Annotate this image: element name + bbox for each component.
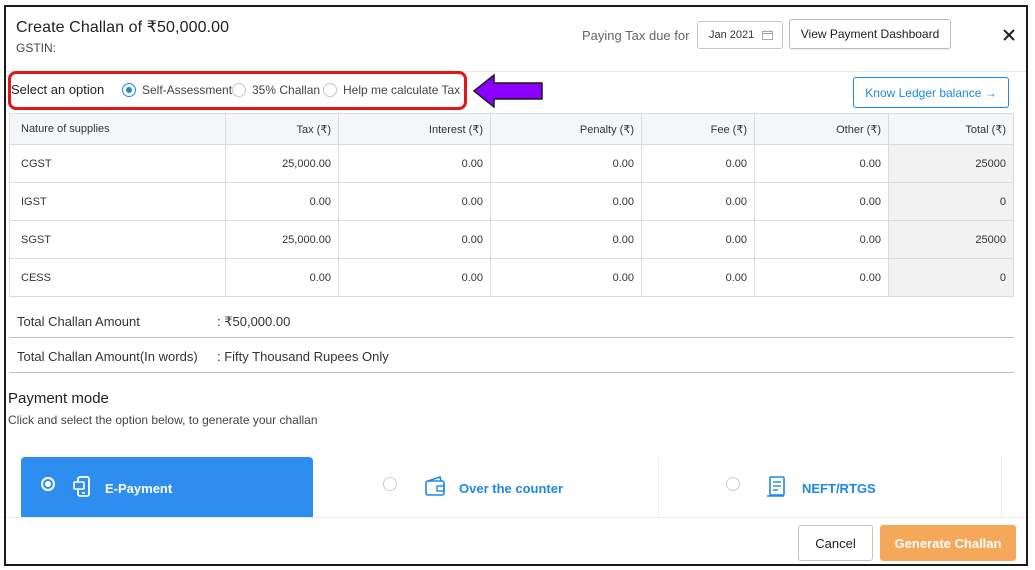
- tax-period-picker[interactable]: Jan 2021: [697, 21, 783, 49]
- payment-mode-subtitle: Click and select the option below, to ge…: [8, 413, 318, 427]
- col-nature: Nature of supplies: [9, 113, 226, 145]
- paying-tax-label: Paying Tax due for: [582, 28, 690, 43]
- interest-cell[interactable]: 0.00: [338, 258, 491, 297]
- select-option-label: Select an option: [11, 82, 105, 97]
- self-assessment-label[interactable]: Self-Assessment: [142, 83, 232, 97]
- neft-rtgs-radio[interactable]: [726, 477, 740, 491]
- over-the-counter-option[interactable]: Over the counter: [363, 457, 659, 517]
- other-cell[interactable]: 0.00: [754, 144, 889, 183]
- fee-cell[interactable]: 0.00: [641, 220, 755, 259]
- col-other: Other (₹): [754, 113, 889, 145]
- total-challan-amount-row: Total Challan Amount : ₹50,000.00: [9, 304, 1014, 338]
- radio-self-assessment[interactable]: [122, 83, 136, 97]
- payment-mode-title: Payment mode: [8, 390, 109, 407]
- interest-cell[interactable]: 0.00: [338, 144, 491, 183]
- neft-rtgs-option[interactable]: NEFT/RTGS: [706, 457, 1002, 517]
- total-cell: 25000: [888, 220, 1014, 259]
- col-interest: Interest (₹): [338, 113, 491, 145]
- fee-cell[interactable]: 0.00: [641, 182, 755, 221]
- table-row: CGST 25,000.00 0.00 0.00 0.00 0.00 25000: [9, 144, 1014, 183]
- tax-cell[interactable]: 0.00: [225, 258, 339, 297]
- row-label: CESS: [9, 258, 226, 297]
- tax-cell[interactable]: 25,000.00: [225, 144, 339, 183]
- penalty-cell[interactable]: 0.00: [490, 258, 642, 297]
- other-cell[interactable]: 0.00: [754, 220, 889, 259]
- neft-rtgs-label: NEFT/RTGS: [802, 481, 876, 496]
- interest-cell[interactable]: 0.00: [338, 182, 491, 221]
- challan-option-group: Select an option Self-Assessment 35% Cha…: [8, 71, 469, 113]
- penalty-cell[interactable]: 0.00: [490, 182, 642, 221]
- e-payment-option[interactable]: E-Payment: [21, 457, 313, 517]
- col-total: Total (₹): [888, 113, 1014, 145]
- mobile-payment-icon: [73, 476, 90, 497]
- table-row: IGST 0.00 0.00 0.00 0.00 0.00 0: [9, 182, 1014, 221]
- total-amount-label: Total Challan Amount: [17, 314, 140, 329]
- penalty-cell[interactable]: 0.00: [490, 144, 642, 183]
- radio-35-challan[interactable]: [232, 83, 246, 97]
- other-cell[interactable]: 0.00: [754, 258, 889, 297]
- fee-cell[interactable]: 0.00: [641, 144, 755, 183]
- table-row: CESS 0.00 0.00 0.00 0.00 0.00 0: [9, 258, 1014, 297]
- total-cell: 0: [888, 258, 1014, 297]
- row-label: IGST: [9, 182, 226, 221]
- know-ledger-balance-button[interactable]: Know Ledger balance →: [853, 77, 1009, 108]
- tax-cell[interactable]: 25,000.00: [225, 220, 339, 259]
- over-the-counter-label: Over the counter: [459, 481, 564, 496]
- dialog-title: Create Challan of ₹50,000.00: [16, 19, 230, 36]
- over-the-counter-radio[interactable]: [383, 477, 397, 491]
- interest-cell[interactable]: 0.00: [338, 220, 491, 259]
- e-payment-radio[interactable]: [41, 477, 55, 491]
- table-row: SGST 25,000.00 0.00 0.00 0.00 0.00 25000: [9, 220, 1014, 259]
- tax-period-value: Jan 2021: [709, 29, 755, 41]
- e-payment-label: E-Payment: [105, 481, 173, 496]
- total-amount-value: : ₹50,000.00: [217, 314, 291, 329]
- generate-challan-button[interactable]: Generate Challan: [880, 525, 1016, 561]
- col-penalty: Penalty (₹): [490, 113, 642, 145]
- col-tax: Tax (₹): [225, 113, 339, 145]
- tax-cell[interactable]: 0.00: [225, 182, 339, 221]
- create-challan-dialog: Create Challan of ₹50,000.00 GSTIN: Payi…: [4, 5, 1028, 566]
- radio-help-calculate[interactable]: [323, 83, 337, 97]
- close-icon[interactable]: [1002, 28, 1016, 42]
- penalty-cell[interactable]: 0.00: [490, 220, 642, 259]
- fee-cell[interactable]: 0.00: [641, 258, 755, 297]
- row-label: CGST: [9, 144, 226, 183]
- row-label: SGST: [9, 220, 226, 259]
- total-amount-words-row: Total Challan Amount(In words) : Fifty T…: [9, 339, 1014, 373]
- pointer-arrow-icon: [472, 73, 543, 109]
- gstin-label: GSTIN:: [16, 41, 57, 55]
- total-cell: 0: [888, 182, 1014, 221]
- total-cell: 25000: [888, 144, 1014, 183]
- other-cell[interactable]: 0.00: [754, 182, 889, 221]
- cancel-button[interactable]: Cancel: [798, 525, 873, 561]
- amount-words-label: Total Challan Amount(In words): [17, 349, 198, 364]
- receipt-icon: [767, 476, 785, 497]
- calendar-icon: [762, 30, 773, 40]
- wallet-icon: [425, 475, 445, 496]
- col-fee: Fee (₹): [641, 113, 755, 145]
- 35-challan-label[interactable]: 35% Challan: [252, 83, 320, 97]
- help-calculate-label[interactable]: Help me calculate Tax: [343, 83, 460, 97]
- amount-words-value: : Fifty Thousand Rupees Only: [217, 349, 389, 364]
- footer-divider: [6, 517, 1026, 518]
- tax-breakup-table: Nature of supplies Tax (₹) Interest (₹) …: [9, 113, 1014, 297]
- view-payment-dashboard-button[interactable]: View Payment Dashboard: [789, 19, 951, 49]
- table-header-row: Nature of supplies Tax (₹) Interest (₹) …: [9, 113, 1014, 145]
